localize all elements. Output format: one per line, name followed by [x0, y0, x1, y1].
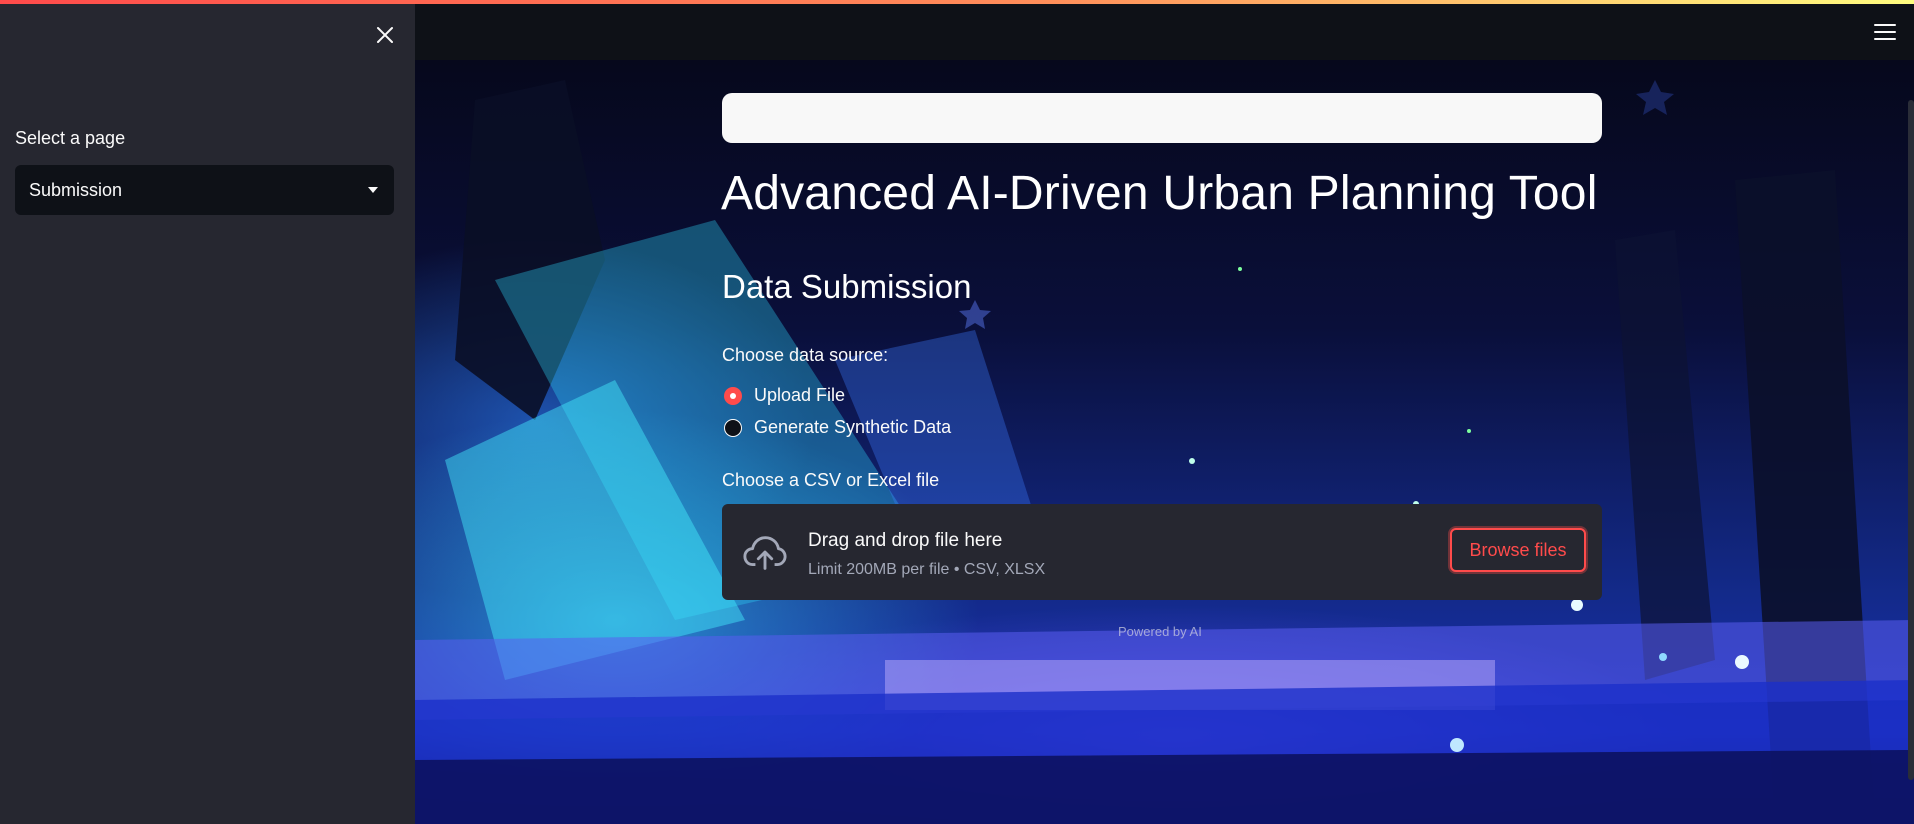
browse-files-button[interactable]: Browse files	[1450, 528, 1586, 572]
main-menu-button[interactable]	[1874, 22, 1896, 42]
sidebar: Select a page Submission	[0, 0, 415, 824]
radio-checked-icon[interactable]	[724, 386, 742, 405]
dropzone-subtitle: Limit 200MB per file • CSV, XLSX	[808, 561, 1046, 578]
close-icon	[377, 27, 393, 43]
page-select-label: Select a page	[15, 128, 126, 148]
cloud-upload-icon	[743, 536, 787, 570]
radio-label: Upload File	[754, 385, 846, 405]
chevron-down-icon	[368, 187, 378, 193]
file-dropzone[interactable]: Drag and drop file here Limit 200MB per …	[722, 504, 1602, 600]
app-header	[415, 4, 1914, 60]
page-select-value: Submission	[29, 179, 123, 200]
radio-unchecked-icon[interactable]	[724, 418, 742, 437]
data-source-label: Choose data source:	[722, 345, 889, 365]
top-decoration-stripe	[0, 0, 1914, 4]
banner-placeholder	[722, 93, 1602, 143]
radio-label: Generate Synthetic Data	[754, 417, 952, 437]
scrollbar[interactable]	[1908, 100, 1914, 780]
close-sidebar-button[interactable]	[372, 22, 398, 48]
page-select[interactable]: Submission	[15, 165, 394, 215]
radio-generate-synthetic-data[interactable]: Generate Synthetic Data	[724, 417, 951, 438]
page-title: Advanced AI-Driven Urban Planning Tool	[721, 167, 1598, 220]
footer-text: Powered by AI	[1118, 624, 1202, 639]
hamburger-menu-icon	[1874, 24, 1896, 26]
section-title: Data Submission	[722, 268, 972, 305]
dropzone-title: Drag and drop file here	[808, 530, 1003, 551]
radio-upload-file[interactable]: Upload File	[724, 385, 845, 406]
file-uploader-label: Choose a CSV or Excel file	[722, 470, 940, 490]
